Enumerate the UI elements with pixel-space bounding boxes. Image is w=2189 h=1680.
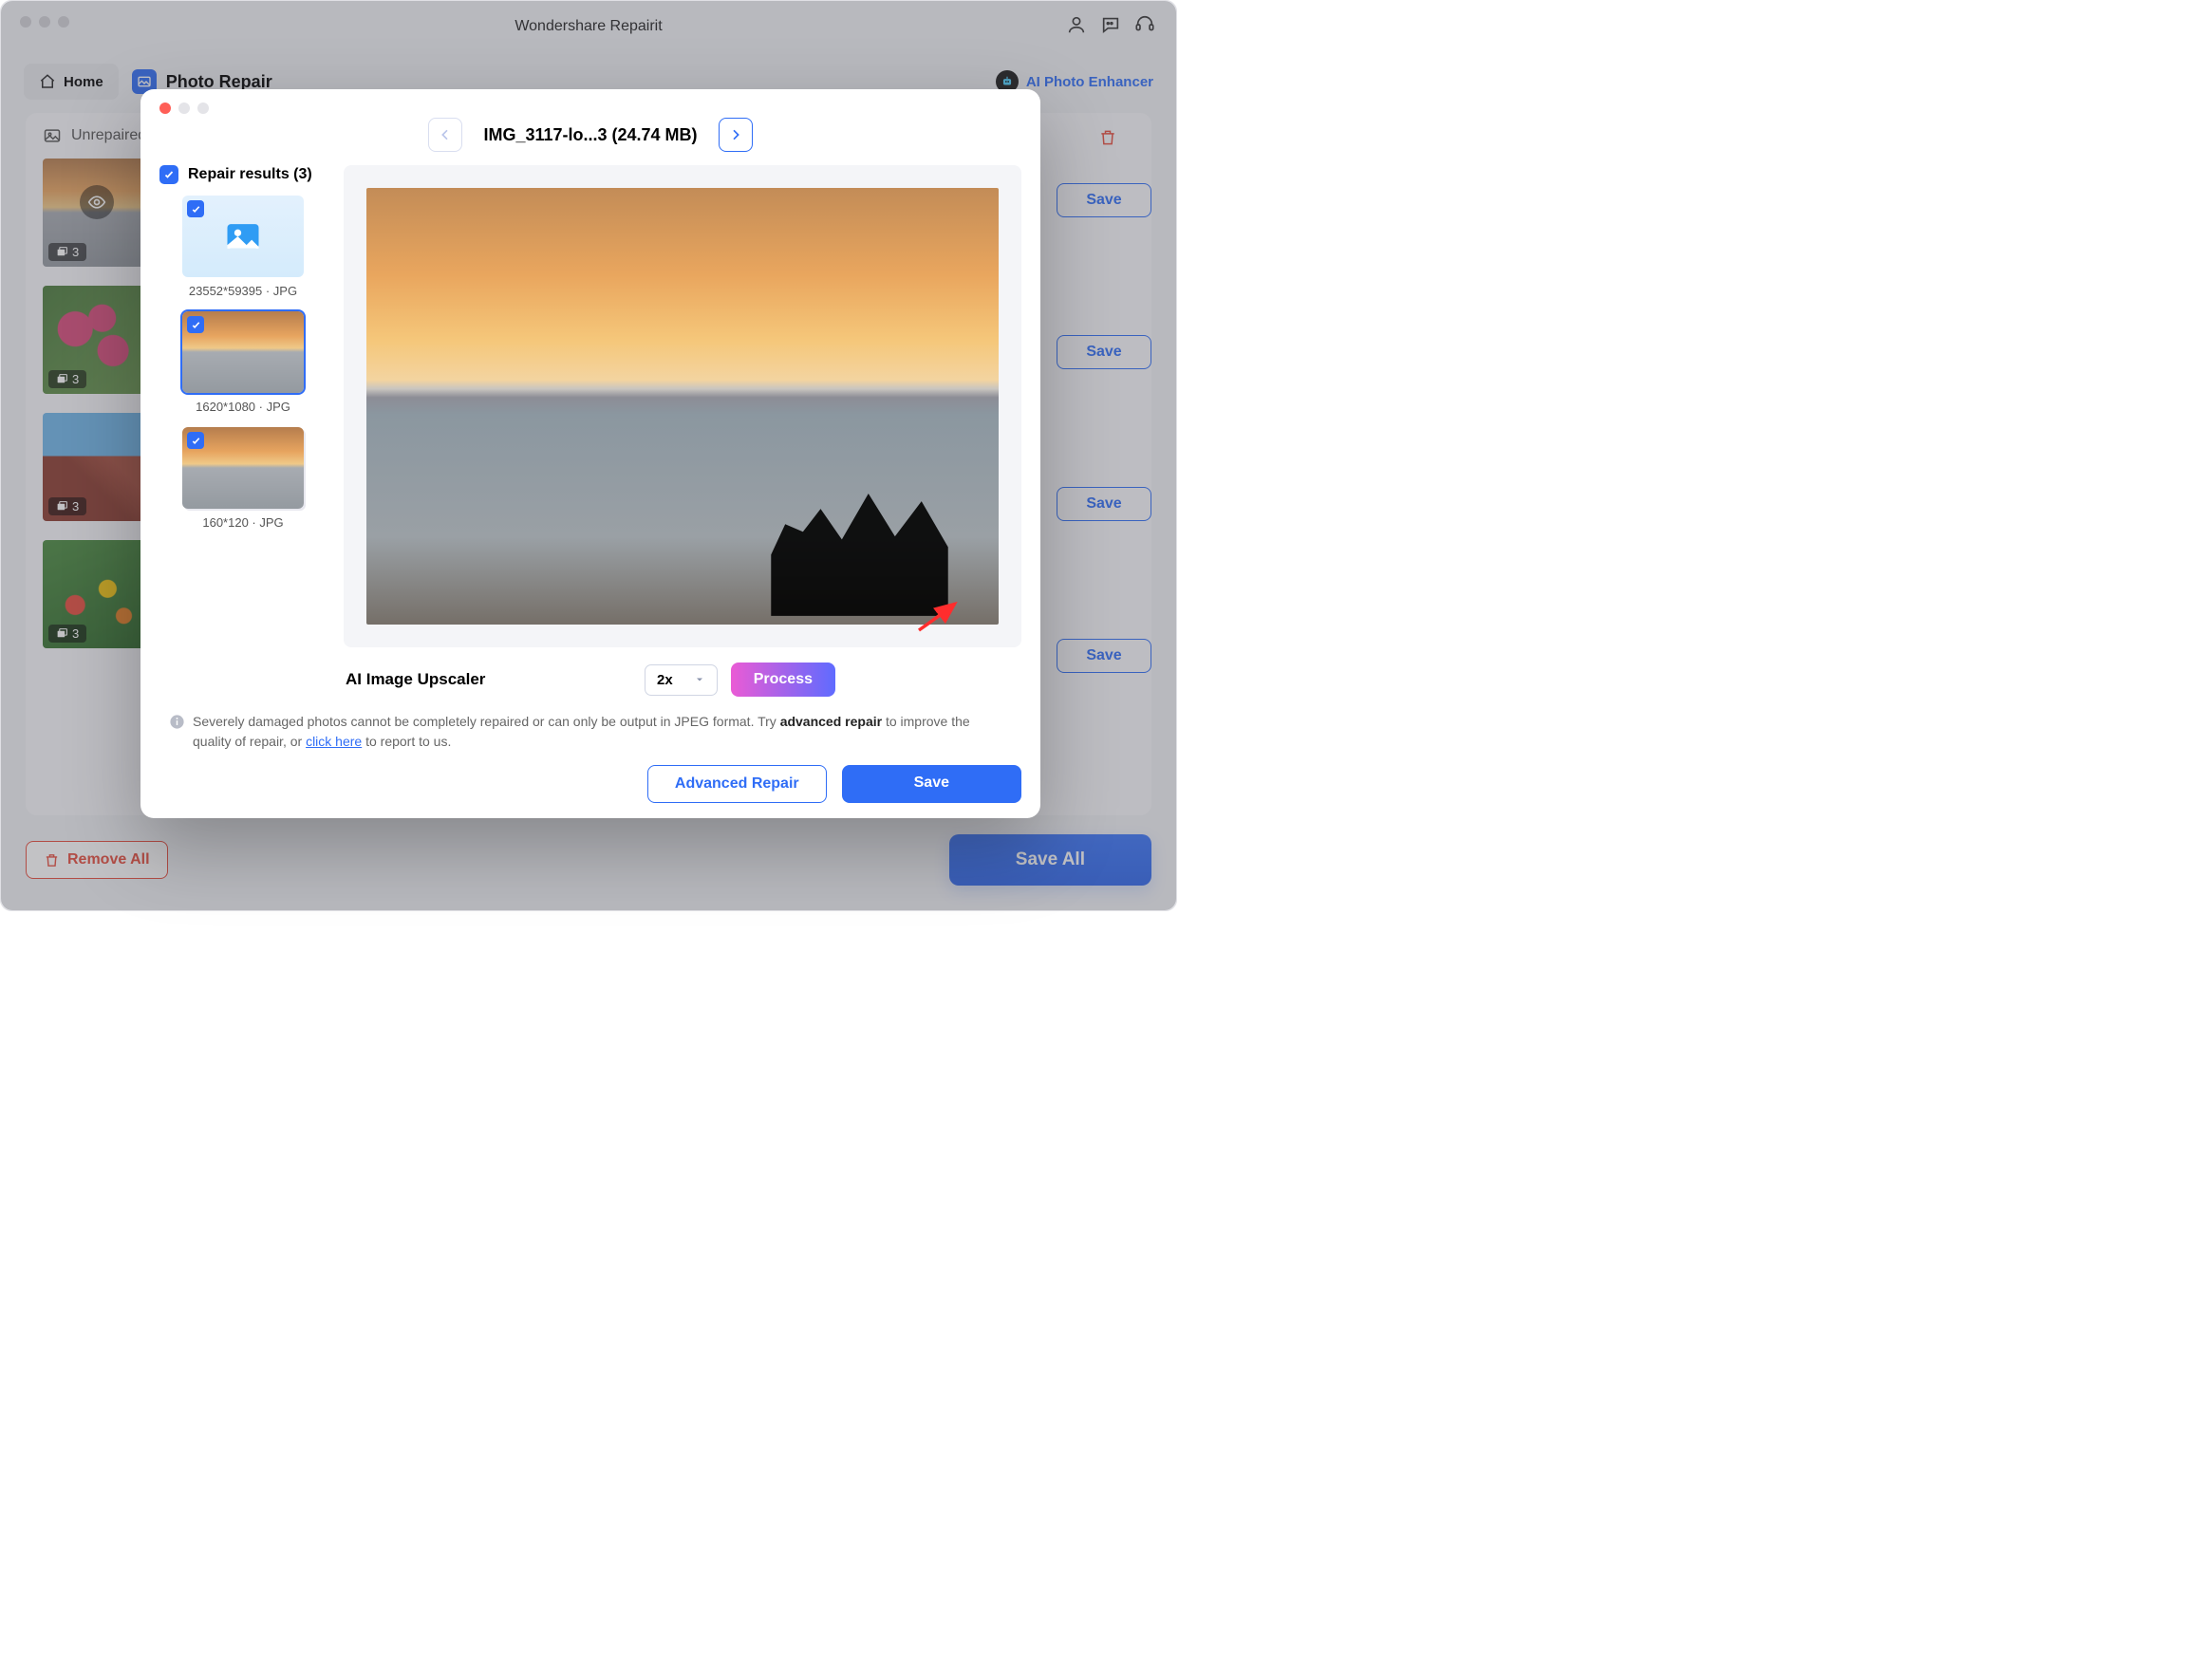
modal-close-dot[interactable]: [159, 103, 171, 114]
results-heading[interactable]: Repair results (3): [159, 165, 327, 184]
note-content: Severely damaged photos cannot be comple…: [193, 712, 1012, 752]
result-thumb[interactable]: [182, 196, 304, 277]
result-caption: 160*120 · JPG: [182, 515, 304, 530]
upscaler-row: AI Image Upscaler 2x Process: [159, 663, 1021, 697]
prev-file-button[interactable]: [428, 118, 462, 152]
preview-image: [366, 188, 999, 625]
advanced-repair-button[interactable]: Advanced Repair: [647, 765, 827, 803]
modal-zoom-dot: [197, 103, 209, 114]
result-caption: 1620*1080 · JPG: [182, 400, 304, 414]
process-label: Process: [754, 671, 813, 687]
result-checkbox[interactable]: [187, 316, 204, 333]
result-thumb[interactable]: [182, 311, 304, 393]
modal-header: IMG_3117-lo...3 (24.74 MB): [159, 118, 1021, 152]
select-all-checkbox[interactable]: [159, 165, 178, 184]
image-placeholder-icon: [222, 215, 264, 257]
preview-area: [344, 165, 1021, 647]
result-thumb[interactable]: [182, 427, 304, 509]
results-sidebar: Repair results (3) 23552*59395 · JPG 162…: [159, 165, 327, 647]
file-title: IMG_3117-lo...3 (24.74 MB): [483, 125, 697, 145]
process-button[interactable]: Process: [731, 663, 835, 697]
modal-minimize-dot: [178, 103, 190, 114]
chevron-left-icon: [438, 127, 453, 142]
modal-save-button[interactable]: Save: [842, 765, 1021, 803]
scale-value: 2x: [657, 672, 673, 688]
upscaler-label: AI Image Upscaler: [346, 670, 485, 689]
results-list: 23552*59395 · JPG 1620*1080 · JPG 160*12…: [159, 196, 327, 530]
modal-traffic-lights: [159, 103, 1021, 114]
result-item[interactable]: 160*120 · JPG: [182, 427, 304, 530]
result-item[interactable]: 1620*1080 · JPG: [182, 311, 304, 414]
note-text: Severely damaged photos cannot be comple…: [159, 712, 1021, 752]
next-file-button[interactable]: [719, 118, 753, 152]
result-item[interactable]: 23552*59395 · JPG: [182, 196, 304, 298]
advanced-repair-text: advanced repair: [780, 714, 882, 729]
result-checkbox[interactable]: [187, 200, 204, 217]
chevron-right-icon: [728, 127, 743, 142]
results-heading-label: Repair results (3): [188, 166, 312, 183]
scale-select[interactable]: 2x: [645, 664, 718, 696]
result-checkbox[interactable]: [187, 432, 204, 449]
report-link[interactable]: click here: [306, 734, 362, 749]
result-caption: 23552*59395 · JPG: [182, 284, 304, 298]
chevron-down-icon: [694, 674, 705, 685]
modal-footer: Advanced Repair Save: [159, 765, 1021, 803]
repair-results-modal: IMG_3117-lo...3 (24.74 MB) Repair result…: [140, 89, 1040, 818]
info-icon: [169, 714, 185, 730]
